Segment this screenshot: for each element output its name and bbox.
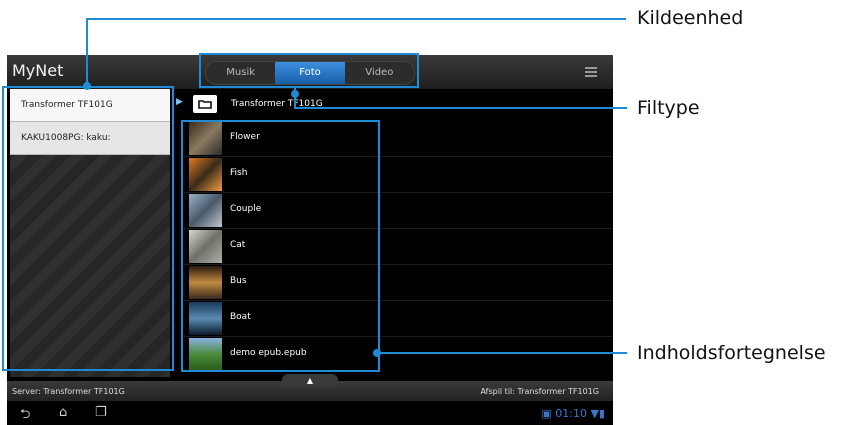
source-leader-line xyxy=(86,18,88,86)
source-leader-line xyxy=(86,18,626,20)
source-callout-label: Kildeenhed xyxy=(637,7,744,29)
back-icon[interactable]: ⮌ xyxy=(20,405,30,425)
folder-back-icon[interactable] xyxy=(193,95,217,113)
source-callout-dot xyxy=(83,82,91,90)
notification-icon: ▣ xyxy=(541,407,556,420)
filetype-callout-box xyxy=(199,53,419,88)
play-to-label[interactable]: Afspil til: Transformer TF101G xyxy=(480,387,599,396)
wifi-icon: ▼ xyxy=(586,407,599,420)
expand-up-icon[interactable]: ▲ xyxy=(282,374,338,387)
bottom-bar: ▲ Server: Transformer TF101G Afspil til:… xyxy=(7,374,613,401)
filetype-leader-line xyxy=(294,107,627,109)
source-callout-box xyxy=(2,86,174,371)
filetype-callout-dot xyxy=(291,90,299,98)
status-area: ▣ 01:10 ▼▮ xyxy=(541,407,605,420)
system-nav-bar: ⮌ ⌂ ❐ ▣ 01:10 ▼▮ xyxy=(7,401,613,425)
filetype-callout-label: Filtype xyxy=(637,97,700,119)
index-callout-label: Indholdsfortegnelse xyxy=(637,342,826,364)
app-title: MyNet xyxy=(12,61,64,80)
index-leader-line xyxy=(379,352,627,354)
index-callout-dot xyxy=(373,349,381,357)
home-icon[interactable]: ⌂ xyxy=(59,405,67,420)
arrow-icon: ▶ xyxy=(176,97,183,107)
clock: 01:10 xyxy=(555,407,587,420)
menu-icon[interactable] xyxy=(585,67,597,79)
index-callout-box xyxy=(181,120,380,372)
recent-apps-icon[interactable]: ❐ xyxy=(95,405,107,420)
server-label: Server: Transformer TF101G xyxy=(12,387,125,396)
battery-icon: ▮ xyxy=(598,407,605,420)
